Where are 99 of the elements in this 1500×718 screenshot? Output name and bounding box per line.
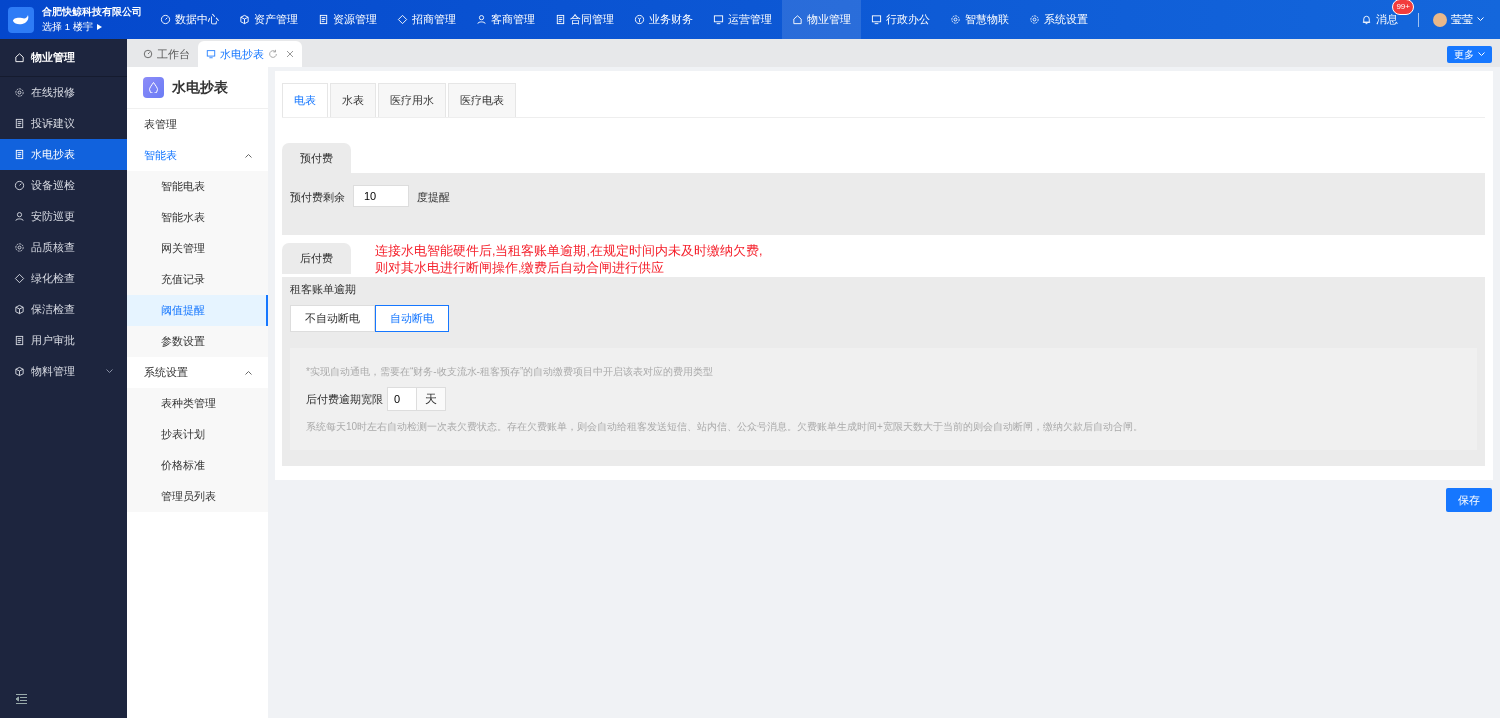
page-tab[interactable]: 工作台 [135, 41, 198, 67]
number-field[interactable]: 10 [353, 185, 409, 207]
coin-icon [634, 14, 645, 25]
more-button[interactable]: 更多 [1447, 46, 1492, 63]
menu-item[interactable]: 表种类管理 [127, 388, 268, 419]
monitor-icon [871, 14, 882, 25]
nav-tab[interactable]: 物业管理 [782, 0, 861, 39]
sidebar-item[interactable]: 在线报修 [0, 77, 127, 108]
sidebar-item[interactable]: 水电抄表 [0, 139, 127, 170]
chevron-up-icon [245, 370, 252, 375]
user-menu[interactable]: 莹莹 [1433, 11, 1484, 28]
number-field[interactable]: 0 [387, 386, 417, 411]
company-name: 合肥快鲸科技有限公司 [42, 5, 142, 20]
menu-item[interactable]: 智能水表 [127, 202, 268, 233]
user-name: 莹莹 [1451, 12, 1473, 28]
section-tab[interactable]: 后付费 [282, 243, 351, 274]
menu-item[interactable]: 系统设置 [127, 357, 268, 388]
nav-tab[interactable]: 数据中心 [150, 0, 229, 39]
sidebar-item[interactable]: 品质核查 [0, 232, 127, 263]
menu-item[interactable]: 参数设置 [127, 326, 268, 357]
unit-label: 度提醒 [417, 190, 450, 205]
nav-tab[interactable]: 行政办公 [861, 0, 940, 39]
person-icon [476, 14, 487, 25]
gauge-icon [14, 180, 25, 191]
nav-tab[interactable]: 资源管理 [308, 0, 387, 39]
menu-item[interactable]: 表管理 [127, 109, 268, 140]
nav-tab[interactable]: 合同管理 [545, 0, 624, 39]
menu-item[interactable]: 抄表计划 [127, 419, 268, 450]
menu-item[interactable]: 智能表 [127, 140, 268, 171]
cube-icon [14, 304, 25, 315]
collapse-icon[interactable] [16, 693, 27, 704]
drop-icon [149, 82, 158, 93]
field-label: 后付费逾期宽限 [306, 391, 383, 407]
sidebar-item[interactable]: 投诉建议 [0, 108, 127, 139]
menu-item[interactable]: 价格标准 [127, 450, 268, 481]
meter-tab[interactable]: 医疗用水 [378, 83, 446, 117]
sidebar-item[interactable]: 物料管理 [0, 356, 127, 387]
meter-tab[interactable]: 电表 [282, 83, 328, 117]
meter-tab[interactable]: 水表 [330, 83, 376, 117]
avatar-icon [1433, 12, 1447, 27]
sidebar-item[interactable]: 保洁检查 [0, 294, 127, 325]
document-icon [555, 14, 566, 25]
monitor-icon [713, 14, 724, 25]
gear-icon [1029, 14, 1040, 25]
menu-item[interactable]: 网关管理 [127, 233, 268, 264]
nav-tab[interactable]: 资产管理 [229, 0, 308, 39]
cube-icon [239, 14, 250, 25]
meter-tab[interactable]: 医疗电表 [448, 83, 516, 117]
section-tab[interactable]: 预付费 [282, 142, 351, 173]
bell-icon [1361, 14, 1372, 25]
menu-item[interactable]: 管理员列表 [127, 481, 268, 512]
option-button[interactable]: 自动断电 [375, 305, 449, 332]
building-selector[interactable]: 选择 1 楼宇 [42, 19, 142, 34]
chevron-up-icon [245, 153, 252, 158]
option-button[interactable]: 不自动断电 [290, 305, 375, 332]
menu-item[interactable]: 阈值提醒 [127, 295, 268, 326]
building-label: 选择 1 楼宇 [42, 19, 93, 34]
chevron-down-icon [106, 369, 113, 374]
person-icon [14, 211, 25, 222]
nav-tab[interactable]: 系统设置 [1019, 0, 1098, 39]
gauge-icon [143, 49, 153, 59]
house-icon [792, 14, 803, 25]
warning-text: 则对其水电进行断闸操作,缴费后自动合闸进行供应 [375, 259, 666, 277]
nav-tab[interactable]: 运营管理 [703, 0, 782, 39]
nav-tab[interactable]: 业务财务 [624, 0, 703, 39]
sidebar-item[interactable]: 绿化检查 [0, 263, 127, 294]
gear-icon [950, 14, 961, 25]
house-icon [14, 52, 25, 63]
save-button[interactable]: 保存 [1446, 487, 1492, 513]
sidebar-item[interactable]: 设备巡检 [0, 170, 127, 201]
nav-tab[interactable]: 招商管理 [387, 0, 466, 39]
menu-item[interactable]: 充值记录 [127, 264, 268, 295]
document-icon [14, 335, 25, 346]
cube-icon [14, 366, 25, 377]
nav-tab[interactable]: 客商管理 [466, 0, 545, 39]
gauge-icon [160, 14, 171, 25]
menu-item[interactable]: 智能电表 [127, 171, 268, 202]
field-label: 预付费剩余 [290, 190, 345, 205]
warning-text: 连接水电智能硬件后,当租客账单逾期,在规定时间内未及时缴纳欠费, [375, 243, 763, 260]
tag-icon [397, 14, 408, 25]
nav-tab[interactable]: 智慧物联 [940, 0, 1019, 39]
module-title: 水电抄表 [172, 78, 228, 97]
monitor-icon [206, 49, 216, 59]
caret-icon [96, 23, 102, 30]
close-icon [286, 50, 294, 58]
chevron-down-icon [1478, 52, 1485, 57]
chevron-down-icon [1477, 17, 1484, 22]
tag-icon [14, 273, 25, 284]
document-icon [14, 118, 25, 129]
page-tab[interactable]: 水电抄表 [198, 41, 302, 67]
refresh-icon [268, 49, 278, 59]
unit-label: 天 [417, 386, 446, 411]
sidebar-item[interactable]: 用户审批 [0, 325, 127, 356]
field-label: 租客账单逾期 [290, 281, 357, 297]
sidebar-item[interactable]: 安防巡更 [0, 201, 127, 232]
gear-icon [14, 87, 25, 98]
document-icon [14, 149, 25, 160]
document-icon [318, 14, 329, 25]
gear-icon [14, 242, 25, 253]
